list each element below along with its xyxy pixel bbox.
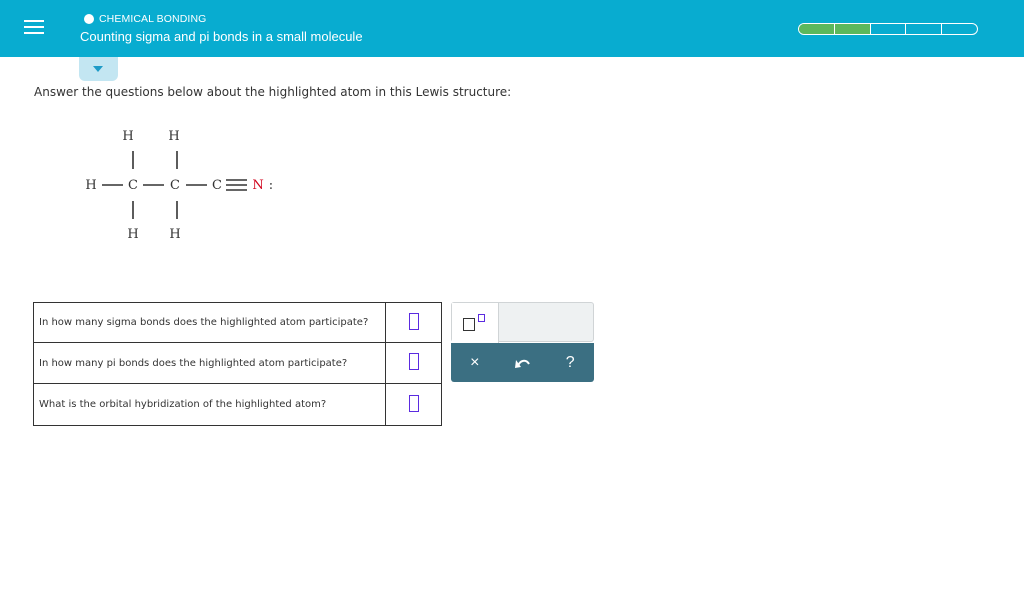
topic-status-icon	[84, 14, 94, 24]
atom-h: H	[127, 227, 138, 242]
undo-icon	[514, 359, 530, 368]
atom-c: C	[128, 178, 138, 193]
superscript-small-box	[478, 314, 485, 322]
atom-h: H	[122, 129, 133, 144]
answer-tools-panel: × ?	[451, 302, 594, 382]
table-row: In how many sigma bonds does the highlig…	[32, 302, 442, 343]
progress-segment	[942, 24, 977, 34]
clear-button[interactable]: ×	[451, 343, 499, 382]
atom-h: H	[168, 129, 179, 144]
question-table: In how many sigma bonds does the highlig…	[32, 302, 442, 426]
collapse-toggle-button[interactable]	[79, 57, 118, 81]
superscript-button[interactable]	[452, 303, 499, 343]
close-icon: ×	[470, 353, 480, 371]
atom-c: C	[170, 178, 180, 193]
answer-cell	[385, 302, 442, 343]
help-button[interactable]: ?	[546, 343, 594, 382]
progress-segment	[906, 24, 943, 34]
question-text: In how many sigma bonds does the highlig…	[32, 302, 387, 343]
hamburger-icon	[24, 20, 44, 22]
hamburger-icon-line	[24, 32, 44, 34]
answer-input-sigma[interactable]	[408, 312, 419, 330]
progress-segment	[834, 24, 871, 34]
question-text: In how many pi bonds does the highlighte…	[32, 342, 387, 384]
help-icon: ?	[565, 353, 575, 371]
page-title: Counting sigma and pi bonds in a small m…	[80, 29, 363, 44]
undo-button[interactable]	[499, 343, 547, 382]
action-bar: × ?	[451, 343, 594, 382]
question-prompt: Answer the questions below about the hig…	[34, 85, 512, 99]
atom-c: C	[212, 178, 222, 193]
superscript-icon	[463, 318, 475, 331]
top-bar: CHEMICAL BONDING Counting sigma and pi b…	[0, 0, 1024, 57]
hamburger-icon-line	[24, 26, 44, 28]
progress-segment	[799, 24, 835, 34]
menu-button[interactable]	[0, 0, 66, 57]
table-row: What is the orbital hybridization of the…	[32, 383, 442, 426]
atom-h: H	[85, 178, 96, 193]
lewis-structure: H H H C C C N : H H	[80, 120, 300, 250]
topic-breadcrumb: CHEMICAL BONDING	[84, 13, 206, 25]
question-text: What is the orbital hybridization of the…	[32, 383, 387, 426]
answer-cell	[385, 342, 442, 384]
lone-pair: :	[269, 178, 273, 193]
highlighted-atom-n: N	[252, 178, 263, 193]
atom-h: H	[169, 227, 180, 242]
topic-category: CHEMICAL BONDING	[99, 13, 207, 25]
progress-segment	[871, 24, 907, 34]
answer-cell	[385, 383, 442, 426]
answer-input-hybridization[interactable]	[408, 394, 419, 412]
caret-down-icon	[93, 66, 103, 72]
answer-input-pi[interactable]	[408, 353, 419, 370]
progress-bar	[798, 23, 978, 35]
palette	[451, 302, 594, 343]
table-row: In how many pi bonds does the highlighte…	[32, 342, 442, 384]
